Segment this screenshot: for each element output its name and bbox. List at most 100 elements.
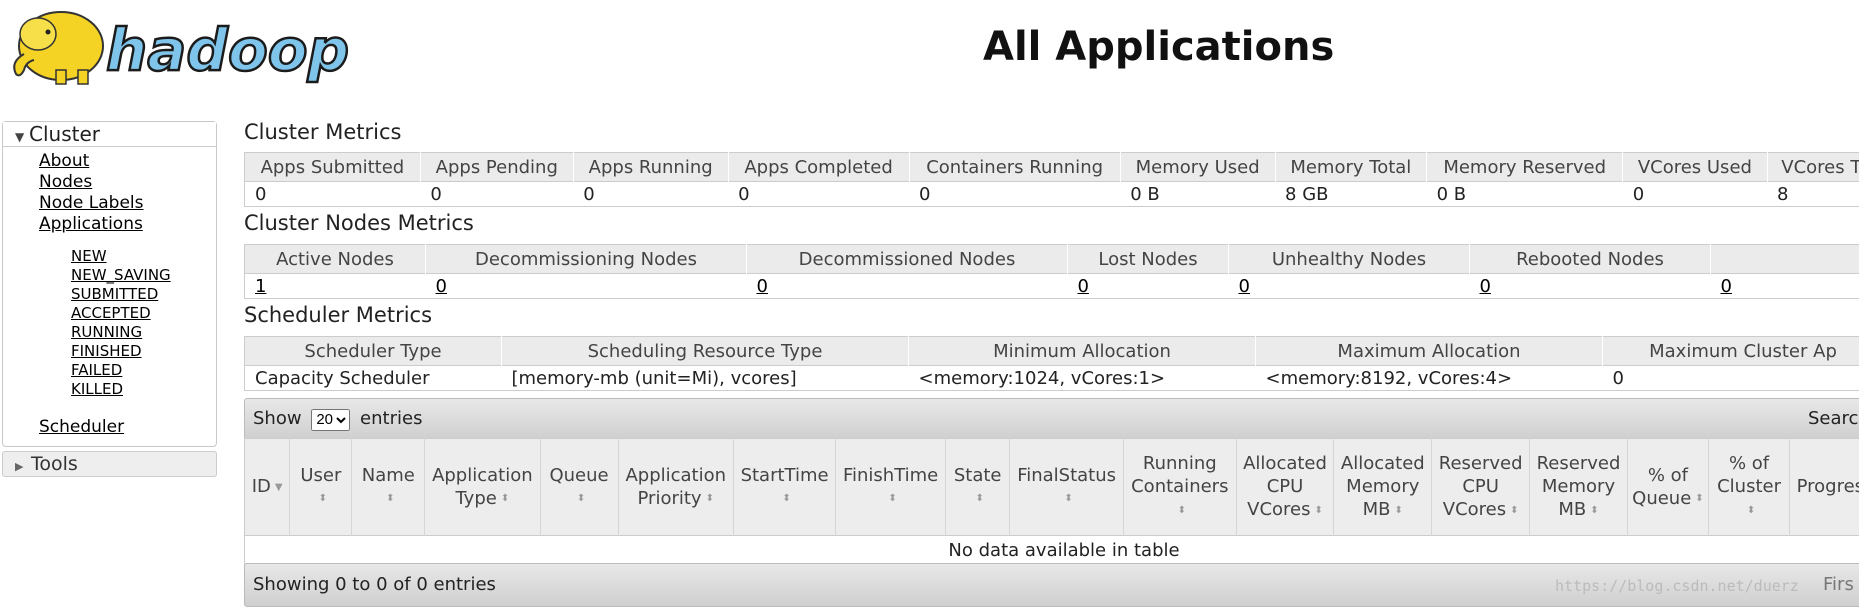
metric-header: Apps Completed [728, 152, 910, 182]
hadoop-logo: hadoop [13, 11, 350, 85]
nav-state-failed[interactable]: FAILED [71, 361, 122, 379]
cluster-nodes-metrics-table: Active Nodes Decommissioning Nodes Decom… [244, 244, 1859, 299]
column-header-label: StartTime [740, 464, 829, 486]
metric-header: Maximum Allocation [1255, 336, 1603, 366]
nav-link-scheduler[interactable]: Scheduler [39, 417, 124, 437]
app-state-links: NEW NEW_SAVING SUBMITTED ACCEPTED RUNNIN… [39, 235, 216, 405]
column-header-application-priority[interactable]: Application Priority ⬍ [618, 438, 734, 536]
nav-link-nodes[interactable]: Nodes [39, 172, 92, 192]
column-header-finalstatus[interactable]: FinalStatus ⬍ [1009, 438, 1124, 536]
metric-value: 0 B [1426, 181, 1623, 207]
apps-table-toolbar: Show 20 entries Searc [244, 398, 1859, 440]
metric-header: Lost Nodes [1067, 244, 1229, 274]
unhealthy-nodes-link[interactable]: 0 [1239, 276, 1250, 297]
nav-state-finished[interactable]: FINISHED [71, 342, 142, 360]
page-size-select[interactable]: 20 [311, 408, 351, 431]
first-page-button[interactable]: Firs [1823, 564, 1854, 606]
column-header-name[interactable]: Name ⬍ [351, 438, 426, 536]
metric-value: <memory:1024, vCores:1> [908, 365, 1256, 391]
metric-header: Rebooted Nodes [1469, 244, 1711, 274]
metric-value: <memory:8192, vCores:4> [1255, 365, 1603, 391]
metric-header: Apps Running [573, 152, 729, 182]
nav-state-new[interactable]: NEW [71, 247, 107, 265]
column-header-starttime[interactable]: StartTime ⬍ [733, 438, 837, 536]
sort-both-icon: ⬍ [500, 493, 510, 505]
nav-link-node-labels[interactable]: Node Labels [39, 193, 144, 213]
metric-value: 8 [1767, 181, 1859, 207]
cluster-section-toggle[interactable]: ▼ Cluster [3, 122, 216, 147]
column-header-label: FinishTime [842, 464, 939, 486]
metric-header: Decommissioning Nodes [425, 244, 747, 274]
column-header-state[interactable]: State ⬍ [945, 438, 1011, 536]
metric-header: Memory Total [1275, 152, 1428, 182]
cluster-label: Cluster [29, 122, 100, 146]
column-header-label: FinalStatus [1017, 464, 1117, 486]
sort-both-icon: ⬍ [1590, 504, 1599, 516]
metric-header: Memory Used [1120, 152, 1276, 182]
metric-header: Apps Pending [420, 152, 574, 182]
active-nodes-link[interactable]: 1 [255, 276, 266, 297]
metric-header: Memory Reserved [1426, 152, 1624, 182]
column-header-label: Progres [1796, 476, 1859, 498]
caret-down-icon: ▼ [15, 130, 25, 144]
metric-value: 8 GB [1275, 181, 1427, 207]
applications-header-row: ID ▼ User⬍ Name⬍ Application Type ⬍ Queue⬍ Appl… [244, 438, 1859, 536]
metric-header: Scheduler Type [244, 336, 502, 366]
column-header--of-queue[interactable]: % of Queue ⬍ [1627, 438, 1709, 536]
search-label[interactable]: Searc [1808, 399, 1858, 439]
caret-right-icon: ▶ [15, 460, 24, 473]
sort-both-icon: ⬍ [1064, 493, 1073, 505]
left-nav: ▼ Cluster About Nodes Node Labels Applica… [2, 121, 217, 477]
watermark: https://blog.csdn.net/duerz [1555, 577, 1799, 595]
sort-both-icon: ⬍ [705, 493, 714, 505]
column-header-finishtime[interactable]: FinishTime ⬍ [835, 438, 947, 536]
column-header-label: % of Queue [1632, 464, 1692, 509]
nav-link-applications[interactable]: Applications [39, 214, 143, 234]
tools-label: Tools [31, 453, 78, 475]
cluster-nav-box: ▼ Cluster About Nodes Node Labels Applica… [2, 121, 217, 447]
decommissioned-nodes-link[interactable]: 0 [757, 276, 768, 297]
column-header--of-cluster[interactable]: % of Cluster ⬍ [1708, 438, 1791, 536]
column-header-label: User [300, 464, 342, 486]
column-header-label: Running Containers [1131, 453, 1229, 498]
nav-state-accepted[interactable]: ACCEPTED [71, 304, 151, 322]
column-header-running-containers[interactable]: Running Containers ⬍ [1123, 438, 1237, 536]
column-header-label: % of Cluster [1717, 453, 1781, 498]
column-header-application-type[interactable]: Application Type ⬍ [424, 438, 541, 536]
metric-value: 0 [1602, 365, 1859, 391]
shutdown-nodes-link[interactable]: 0 [1721, 276, 1732, 297]
lost-nodes-link[interactable]: 0 [1078, 276, 1089, 297]
metric-header: Active Nodes [244, 244, 426, 274]
sort-both-icon: ⬍ [1394, 504, 1403, 516]
column-header-user[interactable]: User ⬍ [289, 438, 353, 536]
metric-header [1710, 244, 1859, 274]
column-header-label: Application Type [432, 464, 533, 509]
metric-value: 0 [728, 181, 910, 207]
metric-value: 0 [420, 181, 574, 207]
sort-both-icon: ⬍ [888, 493, 897, 505]
column-header-id[interactable]: ID ▼ [244, 438, 291, 536]
column-header-label: Reserved Memory MB [1536, 453, 1621, 521]
tools-section-toggle[interactable]: ▶ Tools [2, 451, 217, 477]
nav-state-running[interactable]: RUNNING [71, 323, 142, 341]
nav-state-killed[interactable]: KILLED [71, 380, 123, 398]
column-header-progres[interactable]: Progres⬍ [1789, 438, 1859, 536]
metric-header: Decommissioned Nodes [746, 244, 1068, 274]
rebooted-nodes-link[interactable]: 0 [1480, 276, 1491, 297]
metric-value: 0 [909, 181, 1121, 207]
column-header-queue[interactable]: Queue ⬍ [540, 438, 619, 536]
column-header-allocated-cpu-vcores[interactable]: Allocated CPU VCores ⬍ [1236, 438, 1335, 536]
decommissioning-nodes-link[interactable]: 0 [436, 276, 447, 297]
column-header-reserved-cpu-vcores[interactable]: Reserved CPU VCores ⬍ [1431, 438, 1531, 536]
sort-both-icon: ⬍ [1695, 493, 1704, 505]
nav-state-new-saving[interactable]: NEW_SAVING [71, 266, 171, 284]
column-header-label: ID [251, 476, 271, 498]
nav-link-about[interactable]: About [39, 151, 89, 171]
nav-state-submitted[interactable]: SUBMITTED [71, 285, 158, 303]
metric-value: 0 [573, 181, 729, 207]
column-header-reserved-memory-mb[interactable]: Reserved Memory MB ⬍ [1529, 438, 1628, 536]
column-header-allocated-memory-mb[interactable]: Allocated Memory MB ⬍ [1333, 438, 1433, 536]
metric-header: VCores Used [1622, 152, 1768, 182]
sort-both-icon: ⬍ [318, 493, 328, 505]
column-header-label: State [953, 464, 1002, 486]
